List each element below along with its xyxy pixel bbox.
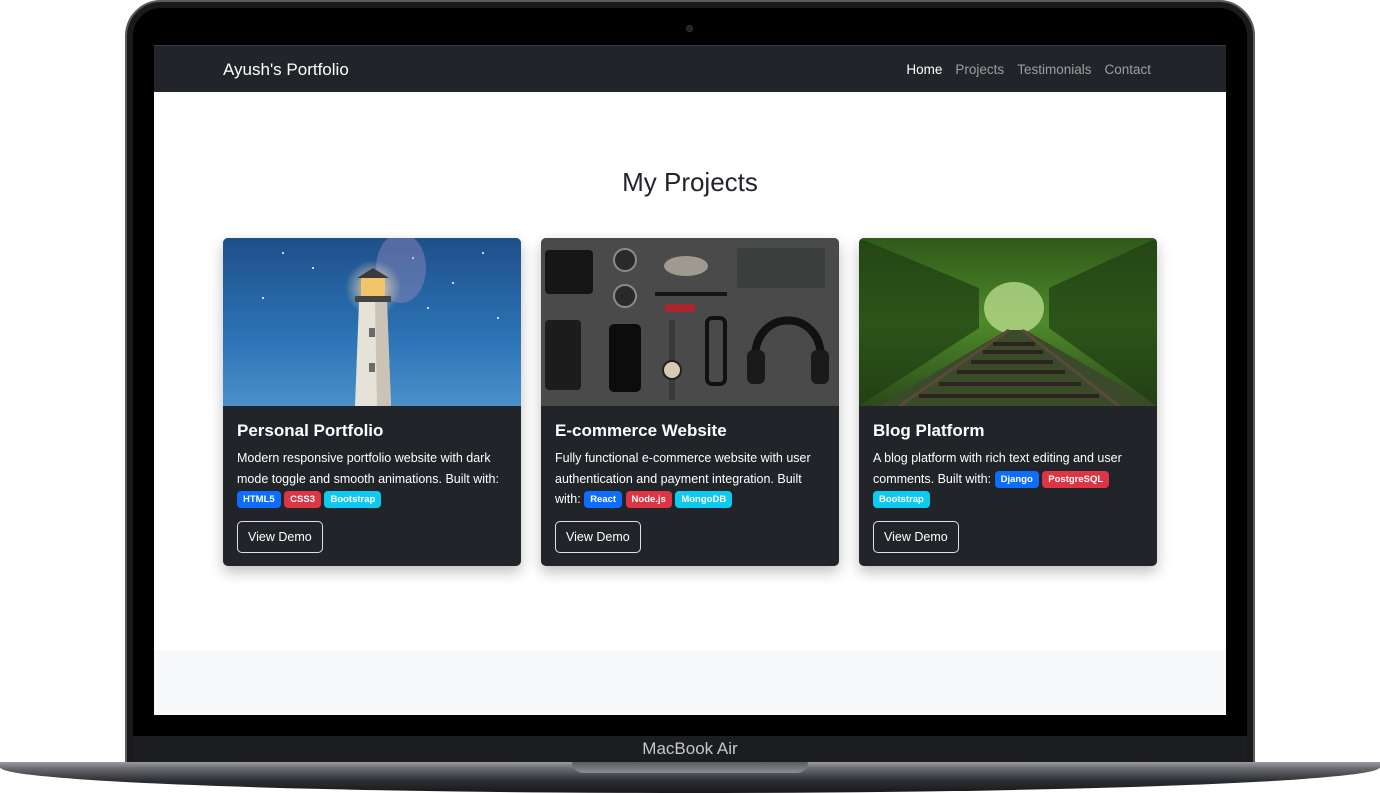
card-title: Blog Platform: [873, 421, 985, 440]
card-description: Fully functional e-commerce website with…: [555, 448, 827, 510]
view-demo-button[interactable]: View Demo: [873, 521, 959, 553]
card-title: Personal Portfolio: [237, 421, 384, 440]
tech-badge: React: [584, 491, 623, 508]
tech-badge: Bootstrap: [324, 491, 382, 508]
tech-badge: CSS3: [284, 491, 321, 508]
browser-viewport: Ayush's Portfolio Home Projects Testimon…: [154, 45, 1226, 715]
view-demo-button[interactable]: View Demo: [237, 521, 323, 553]
tech-badge: MongoDB: [675, 491, 733, 508]
description-text: Modern responsive portfolio website with…: [237, 451, 499, 486]
card-description: A blog platform with rich text editing a…: [873, 448, 1145, 510]
project-card: E-commerce Website Fully functional e-co…: [541, 238, 839, 566]
camera-icon: [686, 25, 693, 32]
card-body: Personal Portfolio Modern responsive por…: [237, 421, 509, 510]
navbar: Ayush's Portfolio Home Projects Testimon…: [154, 45, 1226, 92]
tech-badge: HTML5: [237, 491, 281, 508]
accessories-flatlay-photo: [541, 238, 839, 406]
card-body: E-commerce Website Fully functional e-co…: [555, 421, 827, 510]
nav-link-projects[interactable]: Projects: [955, 62, 1004, 77]
footer-section: [154, 650, 1226, 715]
navbar-brand[interactable]: Ayush's Portfolio: [223, 60, 349, 80]
railway-track-photo: [859, 238, 1157, 406]
nav-links: Home Projects Testimonials Contact: [906, 62, 1151, 77]
device-label: MacBook Air: [642, 739, 738, 758]
tech-badge: Django: [994, 470, 1039, 488]
lighthouse-photo: [223, 238, 521, 406]
card-description: Modern responsive portfolio website with…: [237, 448, 509, 510]
card-title: E-commerce Website: [555, 421, 727, 440]
nav-link-home[interactable]: Home: [906, 62, 942, 77]
view-demo-button[interactable]: View Demo: [555, 521, 641, 553]
tech-badge: Bootstrap: [873, 491, 930, 508]
laptop-notch: [572, 762, 808, 773]
tech-badge: Node.js: [625, 491, 672, 508]
card-body: Blog Platform A blog platform with rich …: [873, 421, 1145, 510]
section-title: My Projects: [622, 167, 758, 197]
tech-badge: PostgreSQL: [1042, 470, 1110, 488]
nav-link-contact[interactable]: Contact: [1104, 62, 1151, 77]
project-card: Blog Platform A blog platform with rich …: [859, 238, 1157, 566]
project-card: Personal Portfolio Modern responsive por…: [223, 238, 521, 566]
nav-link-testimonials[interactable]: Testimonials: [1017, 62, 1091, 77]
